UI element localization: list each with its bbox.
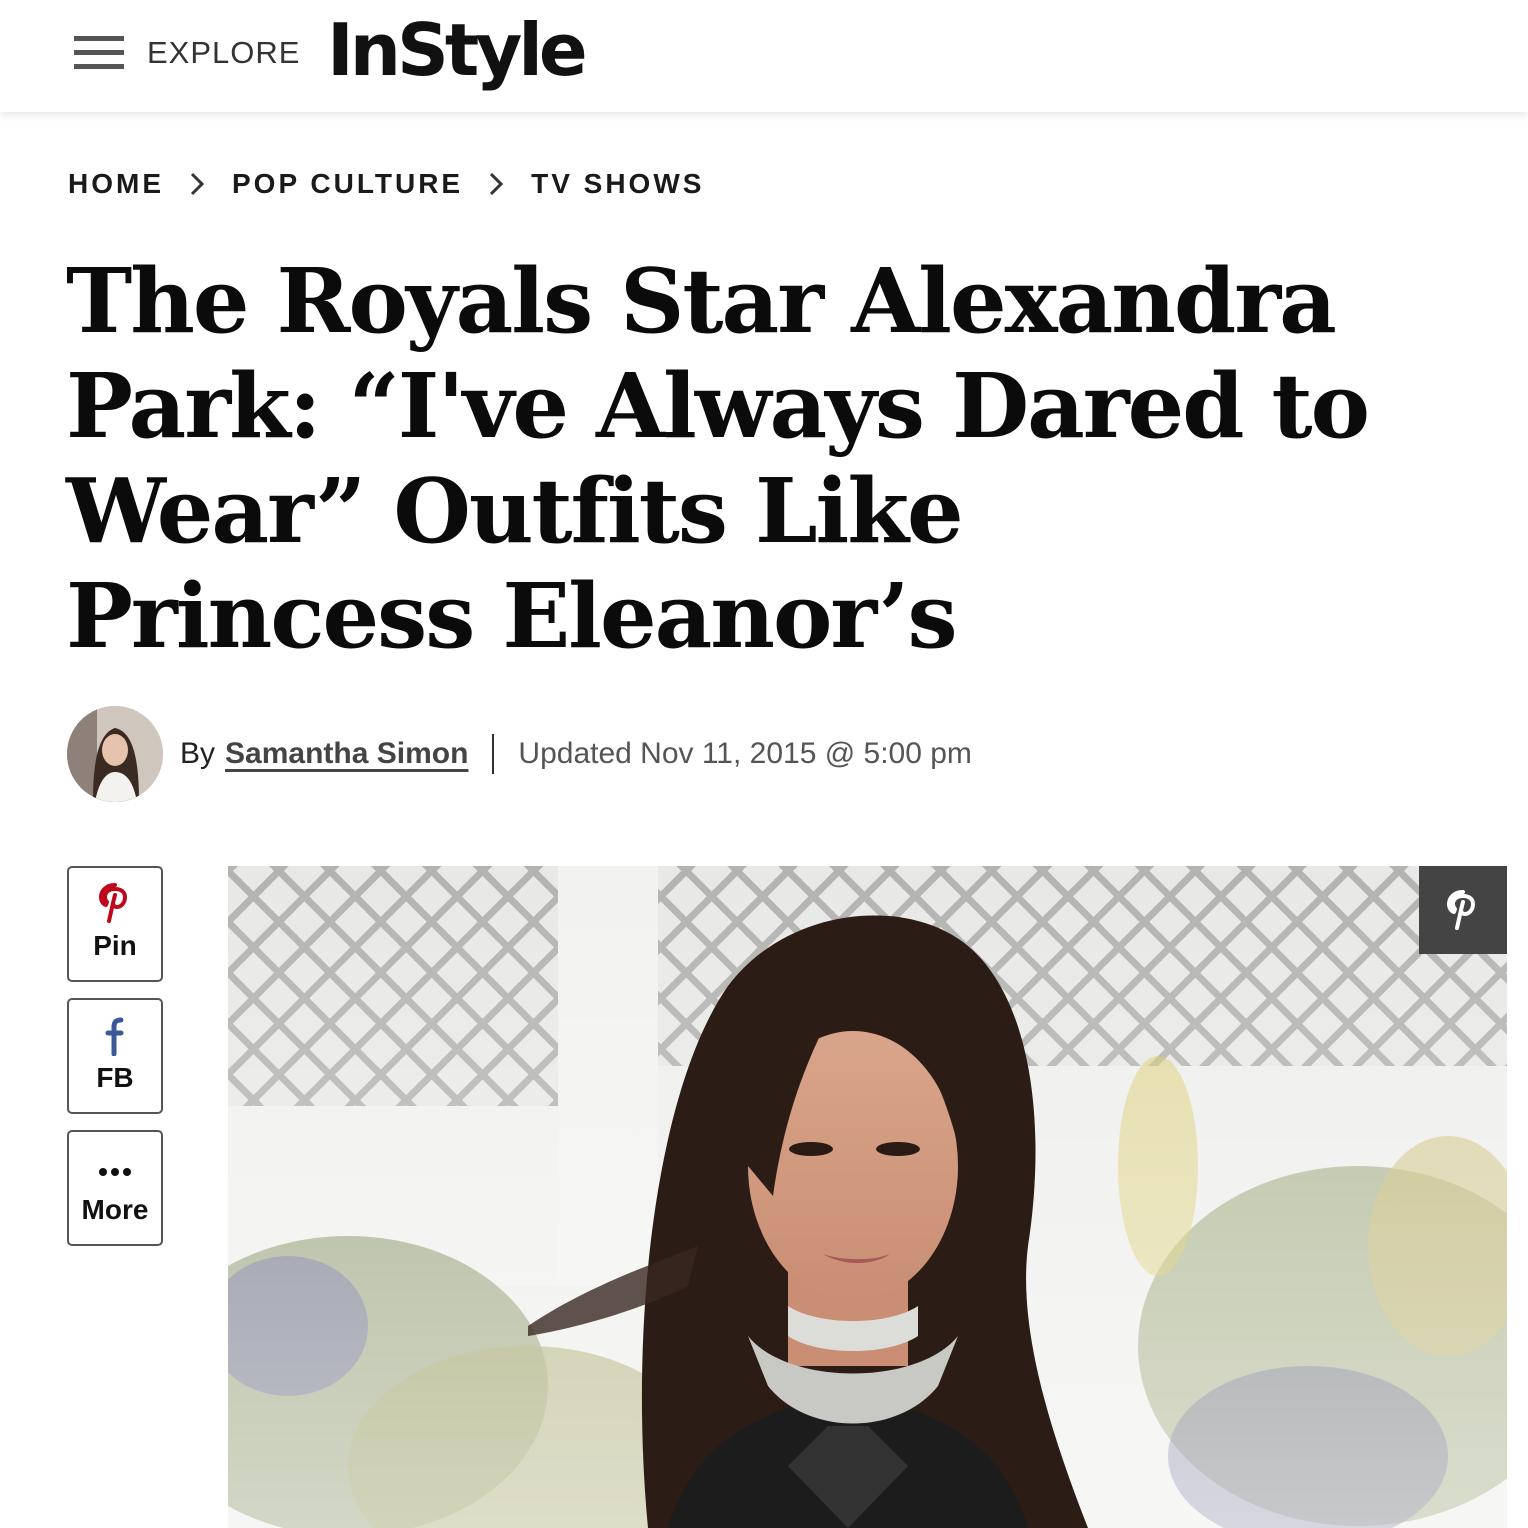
chevron-right-icon xyxy=(490,172,504,196)
pin-label: Pin xyxy=(93,930,137,961)
article-title: The Royals Star Alexandra Park: “I've Al… xyxy=(66,248,1370,668)
facebook-icon xyxy=(105,1017,124,1056)
image-pin-button[interactable] xyxy=(1419,866,1507,954)
byline-prefix: By xyxy=(180,737,216,770)
more-share-button[interactable]: More xyxy=(67,1130,163,1246)
updated-timestamp: Updated Nov 11, 2015 @ 5:00 pm xyxy=(518,737,972,770)
breadcrumb-tv-shows[interactable]: TV SHOWS xyxy=(531,168,704,200)
explore-link[interactable]: EXPLORE xyxy=(147,35,300,71)
hamburger-menu-icon[interactable] xyxy=(74,36,124,72)
byline: By Samantha Simon Updated Nov 11, 2015 @… xyxy=(180,734,972,774)
pinterest-icon xyxy=(99,883,127,923)
breadcrumb-pop-culture[interactable]: POP CULTURE xyxy=(232,168,463,200)
fb-label: FB xyxy=(96,1062,134,1093)
pin-share-button[interactable]: Pin xyxy=(67,866,163,982)
chevron-right-icon xyxy=(190,172,205,196)
author-avatar[interactable] xyxy=(67,706,163,802)
more-dots-icon xyxy=(99,1168,131,1176)
pinterest-icon xyxy=(1447,890,1475,930)
author-link[interactable]: Samantha Simon xyxy=(225,737,468,771)
site-header: EXPLORE InStyle xyxy=(0,0,1528,112)
breadcrumb: HOME POP CULTURE TV SHOWS xyxy=(68,168,704,200)
site-logo[interactable]: InStyle xyxy=(327,8,588,92)
more-label: More xyxy=(81,1194,149,1225)
breadcrumb-home[interactable]: HOME xyxy=(68,168,164,200)
hero-image xyxy=(228,866,1507,1528)
facebook-share-button[interactable]: FB xyxy=(67,998,163,1114)
byline-divider xyxy=(492,734,495,774)
